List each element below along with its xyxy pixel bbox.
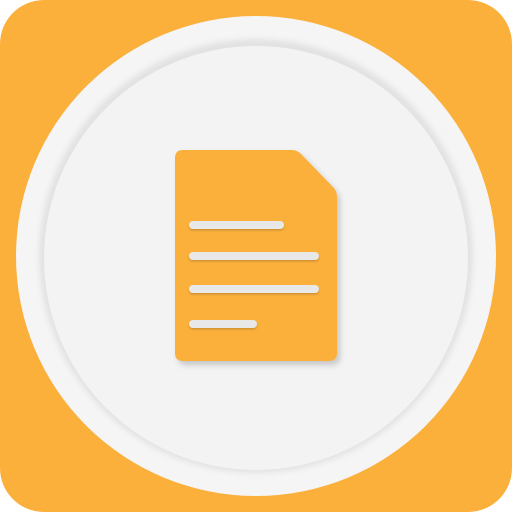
app-icon[interactable] (0, 0, 512, 512)
document-app-icon (0, 0, 512, 512)
